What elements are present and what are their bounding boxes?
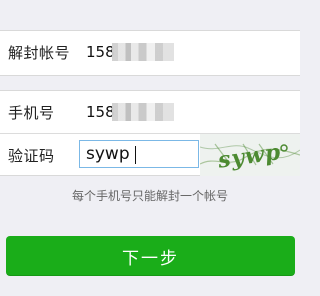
unlock-hint: 每个手机号只能解封一个帐号	[71, 189, 228, 203]
account-masked-value	[112, 43, 174, 61]
account-prefix: 158	[86, 43, 115, 61]
phone-row: 手机号 158	[0, 91, 300, 133]
captcha-input-wrapper[interactable]	[79, 140, 199, 168]
text-caret	[135, 146, 136, 164]
captcha-input[interactable]	[80, 141, 198, 167]
unlock-account-page: 解封帐号 158 手机号 158 验证码 sywp sywp 每个手机号只能解封…	[0, 0, 300, 296]
account-label: 解封帐号	[8, 43, 71, 62]
next-button[interactable]: 下一步	[6, 236, 295, 276]
verification-card: 手机号 158 验证码 sywp	[0, 90, 300, 176]
captcha-row: 验证码 sywp	[0, 133, 300, 176]
phone-masked-value	[112, 103, 174, 121]
captcha-label: 验证码	[8, 146, 55, 165]
captcha-svg: sywp	[200, 139, 300, 174]
account-row: 解封帐号 158	[0, 31, 300, 73]
captcha-image[interactable]: sywp	[200, 134, 300, 176]
captcha-text: sywp	[215, 139, 282, 174]
phone-prefix: 158	[86, 103, 115, 121]
phone-label: 手机号	[8, 103, 55, 122]
account-card: 解封帐号 158	[0, 30, 300, 76]
